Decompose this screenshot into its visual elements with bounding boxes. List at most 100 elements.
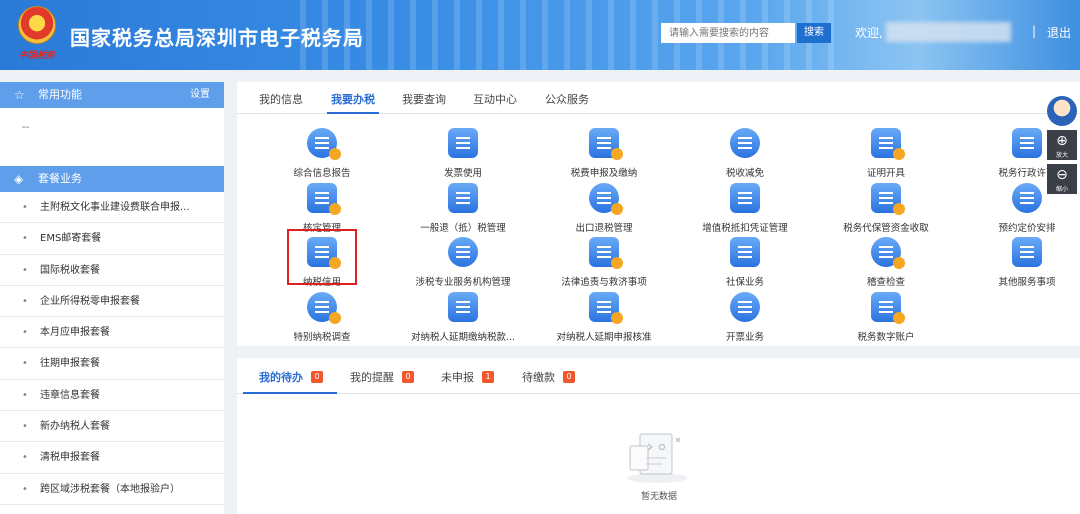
tax-emblem-logo: 中国税务 — [14, 4, 60, 64]
zoom-out-label: 缩小 — [1055, 186, 1068, 193]
assistant-avatar-icon[interactable] — [1047, 96, 1077, 126]
tab-public-service[interactable]: 公众服务 — [545, 91, 589, 107]
service-item[interactable]: 社保业务 — [675, 237, 815, 291]
tab-query[interactable]: 我要查询 — [402, 91, 446, 107]
package-item-label: 国际税收套餐 — [40, 264, 100, 276]
package-list-item[interactable]: • 违章信息套餐 — [0, 380, 224, 412]
service-label: 特别纳税调查 — [293, 332, 351, 343]
deferral-declaration-icon — [589, 292, 623, 324]
package-item-label: 新办纳税人套餐 — [40, 421, 110, 433]
service-label: 社保业务 — [725, 277, 764, 288]
other-service-icon — [1012, 237, 1042, 267]
star-icon: ☆ — [14, 88, 25, 102]
tab-pending-payment[interactable]: 待缴款 — [522, 369, 555, 385]
service-item[interactable]: 一般退（抵）税管理 — [393, 183, 533, 237]
package-list-item[interactable]: • 往期申报套餐 — [0, 348, 224, 380]
zoom-out-button[interactable]: ⊖ 缩小 — [1047, 164, 1077, 194]
package-item-label: 违章信息套餐 — [40, 389, 100, 401]
service-label: 其他服务事项 — [998, 277, 1056, 288]
package-list-item[interactable]: • 本月应申报套餐 — [0, 317, 224, 349]
empty-document-icon — [627, 433, 687, 483]
pricing-icon — [1012, 183, 1042, 213]
service-item[interactable]: 发票使用 — [393, 128, 533, 182]
service-label: 涉税专业服务机构管理 — [415, 277, 511, 288]
service-item[interactable]: 对纳税人延期申报核准 — [534, 292, 674, 346]
package-business-header[interactable]: ◈ 套餐业务 — [0, 166, 224, 192]
package-list-item[interactable]: • 国际税收套餐 — [0, 255, 224, 286]
logout-link[interactable]: 退出 — [1047, 24, 1071, 41]
service-item[interactable]: 对纳税人延期缴纳税款... — [393, 292, 533, 346]
sidebar: ☆ 常用功能 设置 -- ◈ 套餐业务 • 主附税文化事业建设费联合申报... • E… — [0, 82, 224, 514]
common-functions-title: 常用功能 — [38, 88, 82, 101]
service-item[interactable]: 证明开具 — [816, 128, 956, 182]
settings-link[interactable]: 设置 — [190, 82, 210, 108]
service-item[interactable]: 开票业务 — [675, 292, 815, 346]
bullet-icon: • — [22, 264, 28, 276]
tab-undeclared[interactable]: 未申报 — [441, 369, 474, 385]
search-button[interactable]: 搜索 — [797, 23, 831, 43]
package-list-item[interactable]: • 新办纳税人套餐 — [0, 411, 224, 443]
report-icon — [307, 128, 341, 160]
tab-tax-handling[interactable]: 我要办税 — [331, 91, 375, 107]
zoom-in-icon: ⊕ — [1056, 133, 1068, 149]
emblem-text: 中国税务 — [18, 51, 55, 61]
bullet-icon: • — [22, 421, 28, 433]
bullet-icon: • — [22, 452, 28, 464]
zoom-in-label: 放大 — [1055, 152, 1068, 159]
service-item[interactable]: 税收减免 — [675, 128, 815, 182]
header-divider: | — [1032, 24, 1037, 38]
service-label: 证明开具 — [866, 168, 905, 179]
tax-payment-icon — [589, 128, 623, 160]
package-list-item[interactable]: • 清税申报套餐 — [0, 442, 224, 474]
service-label: 对纳税人延期申报核准 — [556, 332, 652, 343]
package-list-item[interactable]: • 跨区域涉税套餐（异地报验户） — [0, 505, 224, 514]
service-item[interactable]: 出口退税管理 — [534, 183, 674, 237]
service-item[interactable]: 涉税专业服务机构管理 — [393, 237, 533, 291]
search-input[interactable] — [661, 23, 795, 43]
package-list-item[interactable]: • 主附税文化事业建设费联合申报... — [0, 192, 224, 224]
service-item[interactable]: 税务代保管资金收取 — [816, 183, 956, 237]
service-item[interactable]: 其他服务事项 — [957, 237, 1080, 291]
service-label: 税费申报及缴纳 — [570, 168, 638, 179]
service-item[interactable]: 法律追责与救济事项 — [534, 237, 674, 291]
refund-icon — [448, 183, 478, 213]
todo-tabs: 我的待办 0 我的提醒 0 未申报 1 待缴款 0 — [237, 358, 1080, 394]
service-label: 预约定价安排 — [998, 223, 1056, 234]
common-functions-empty: -- — [22, 122, 30, 133]
invoicing-icon — [730, 292, 760, 322]
investigation-icon — [307, 292, 341, 324]
legal-icon — [589, 237, 623, 269]
agency-icon — [448, 237, 478, 267]
service-label: 一般退（抵）税管理 — [420, 223, 506, 234]
pending-payment-count-badge: 0 — [563, 371, 575, 383]
service-item[interactable]: 税务数字账户 — [816, 292, 956, 346]
tab-my-reminders[interactable]: 我的提醒 — [350, 369, 394, 385]
bullet-icon: • — [22, 483, 28, 495]
deferral-payment-icon — [448, 292, 478, 322]
tab-interaction[interactable]: 互动中心 — [473, 91, 517, 107]
todo-count-badge: 0 — [311, 371, 323, 383]
blurred-username — [886, 22, 1011, 42]
service-item[interactable]: 综合信息报告 — [252, 128, 392, 182]
digital-account-icon — [871, 292, 905, 324]
tab-my-info[interactable]: 我的信息 — [259, 91, 303, 107]
service-item[interactable]: 增值税抵扣凭证管理 — [675, 183, 815, 237]
service-label: 出口退税管理 — [575, 223, 633, 234]
zoom-in-button[interactable]: ⊕ 放大 — [1047, 130, 1077, 160]
common-functions-header[interactable]: ☆ 常用功能 设置 — [0, 82, 224, 108]
service-item[interactable]: 稽查检查 — [816, 237, 956, 291]
service-label: 综合信息报告 — [293, 168, 351, 179]
tab-my-todo[interactable]: 我的待办 — [259, 369, 303, 385]
voucher-icon — [730, 183, 760, 213]
layers-icon: ◈ — [14, 172, 24, 186]
bullet-icon: • — [22, 327, 28, 339]
package-list-item[interactable]: • 跨区域涉税套餐（本地报验户） — [0, 474, 224, 505]
package-list-item[interactable]: • EMS邮寄套餐 — [0, 223, 224, 255]
service-item[interactable]: 税费申报及缴纳 — [534, 128, 674, 182]
highlight-box — [287, 229, 357, 285]
escrow-icon — [871, 183, 905, 215]
service-label: 税收减免 — [725, 168, 764, 179]
service-item[interactable]: 特别纳税调查 — [252, 292, 392, 346]
todo-panel: 我的待办 0 我的提醒 0 未申报 1 待缴款 0 暂无数据 — [237, 358, 1080, 514]
package-list-item[interactable]: • 企业所得税零申报套餐 — [0, 286, 224, 318]
